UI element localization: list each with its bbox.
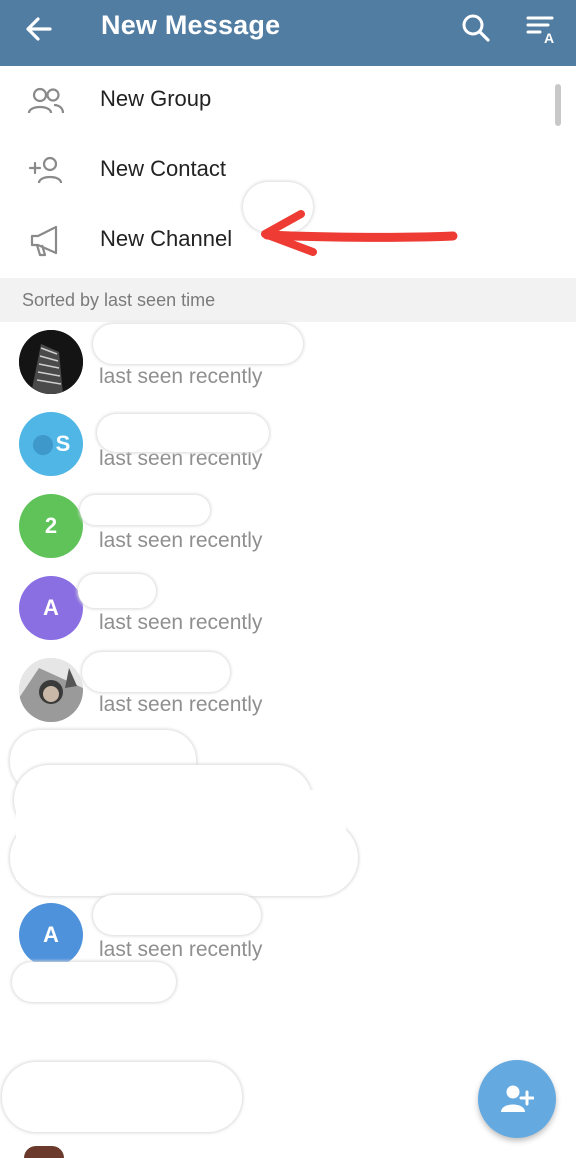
avatar-letter: A xyxy=(43,595,59,620)
avatar: A xyxy=(19,576,83,640)
add-person-icon xyxy=(501,1085,534,1112)
app-bar: New Message A xyxy=(0,0,576,66)
new-contact-label: New Contact xyxy=(100,156,226,181)
contact-status: last seen recently xyxy=(99,611,263,634)
section-label: Sorted by last seen time xyxy=(22,290,216,310)
contact-row[interactable]: S last seen recently xyxy=(0,402,576,483)
avatar-letter: A xyxy=(43,922,59,947)
contact-status: last seen recently xyxy=(99,693,263,716)
redaction-fill xyxy=(16,790,346,880)
new-group-item[interactable]: New Group xyxy=(0,66,576,136)
megaphone-icon xyxy=(30,225,58,257)
redaction-blob xyxy=(80,495,210,525)
group-icon xyxy=(27,87,65,114)
contact-status: last seen recently xyxy=(99,529,263,552)
avatar-letter: 2 xyxy=(44,513,58,538)
redaction-blob xyxy=(82,652,230,692)
arrow-left-icon[interactable] xyxy=(22,12,56,46)
contact-status: last seen recently xyxy=(99,365,263,388)
redaction-blob xyxy=(93,324,303,364)
section-header: Sorted by last seen time xyxy=(0,278,576,322)
avatar: S xyxy=(19,412,83,476)
search-icon[interactable] xyxy=(458,10,494,46)
new-group-label: New Group xyxy=(100,86,212,111)
add-contact-icon xyxy=(28,156,63,184)
contact-status: last seen recently xyxy=(99,938,263,961)
redaction-blob xyxy=(2,1062,242,1132)
page-title: New Message xyxy=(101,10,281,40)
redaction-blob xyxy=(78,574,156,608)
add-contact-fab[interactable] xyxy=(478,1060,556,1138)
svg-text:A: A xyxy=(544,30,554,46)
new-channel-label: New Channel xyxy=(100,226,233,251)
redaction-blob xyxy=(97,414,269,452)
partial-avatar xyxy=(24,1146,64,1158)
sort-by-name-icon[interactable]: A xyxy=(522,10,562,46)
redaction-blob xyxy=(93,895,261,935)
avatar xyxy=(19,658,83,722)
annotation-arrow xyxy=(261,210,458,256)
redaction-blob xyxy=(12,962,176,1002)
avatar-letter: S xyxy=(55,431,71,456)
scrollbar[interactable] xyxy=(555,84,561,126)
avatar: A xyxy=(19,903,83,967)
avatar: 2 xyxy=(19,494,83,558)
avatar xyxy=(19,330,83,394)
